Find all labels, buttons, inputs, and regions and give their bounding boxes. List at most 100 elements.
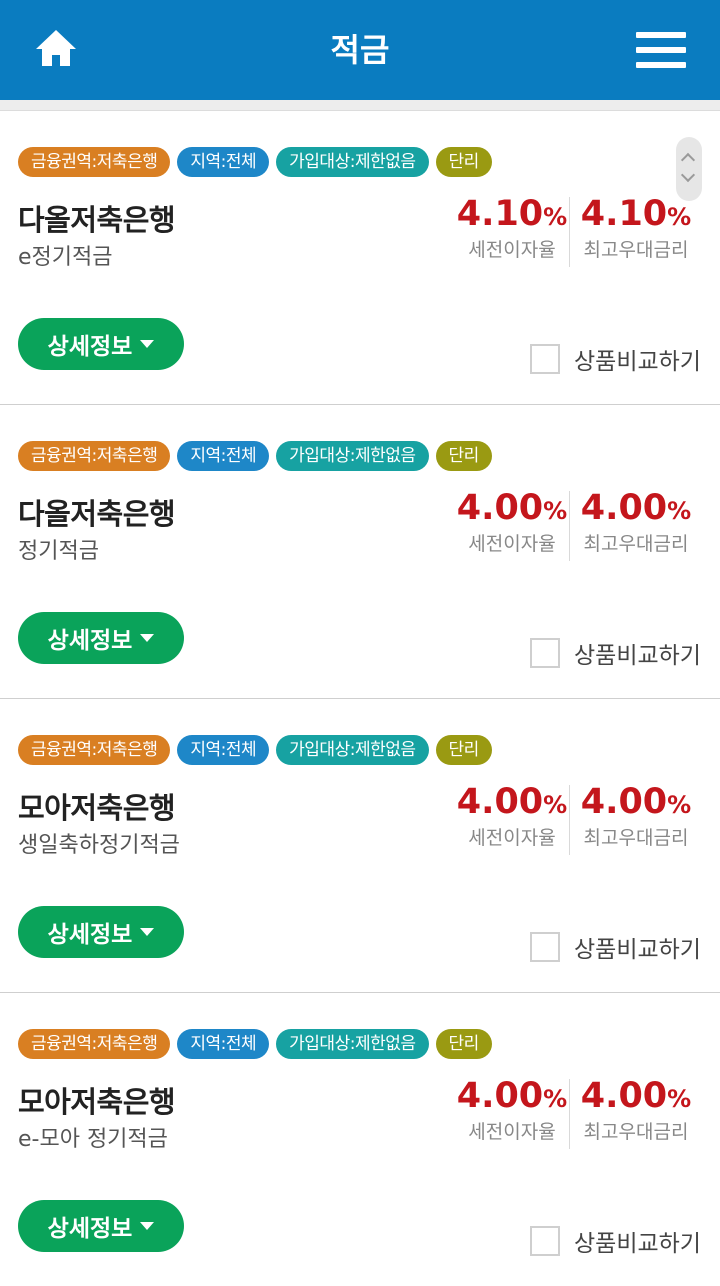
base-rate-value: 4.00 — [456, 488, 544, 528]
bank-name: 다올저축은행 — [18, 203, 176, 237]
max-rate-unit: % — [667, 791, 692, 819]
base-rate-unit: % — [543, 791, 568, 819]
compare-toggle[interactable]: 상품비교하기 — [530, 930, 701, 964]
caret-down-icon — [140, 634, 155, 642]
caret-down-icon — [140, 1222, 155, 1230]
caret-down-icon — [140, 928, 155, 936]
detail-button-label: 상세정보 — [47, 334, 133, 360]
compare-toggle[interactable]: 상품비교하기 — [530, 1224, 701, 1258]
tag-target: 가입대상:제한없음 — [276, 735, 429, 765]
product-card: 금융권역:저축은행 지역:전체 가입대상:제한없음 단리 다올저축은행 e정기적… — [0, 111, 720, 405]
base-rate: 4.00% 세전이자율 — [452, 487, 572, 556]
compare-toggle[interactable]: 상품비교하기 — [530, 342, 701, 376]
base-rate: 4.00% 세전이자율 — [452, 1075, 572, 1144]
base-rate-label: 세전이자율 — [468, 827, 556, 849]
max-rate-label: 최고우대금리 — [583, 1121, 689, 1143]
tag-target: 가입대상:제한없음 — [276, 1029, 429, 1059]
bank-name: 다올저축은행 — [18, 497, 176, 531]
compare-checkbox[interactable] — [530, 344, 560, 374]
product-name: e정기적금 — [18, 245, 113, 270]
max-rate: 4.10% 최고우대금리 — [576, 193, 696, 262]
hamburger-icon — [636, 32, 686, 38]
rate-divider — [569, 491, 570, 561]
top-app-bar: 적금 — [0, 0, 720, 100]
compare-checkbox[interactable] — [530, 638, 560, 668]
product-name: e-모아 정기적금 — [18, 1127, 168, 1152]
page-title: 적금 — [330, 31, 390, 69]
max-rate: 4.00% 최고우대금리 — [576, 1075, 696, 1144]
detail-button-label: 상세정보 — [47, 628, 133, 654]
detail-button[interactable]: 상세정보 — [18, 906, 184, 958]
scroll-control[interactable] — [676, 137, 702, 201]
caret-down-icon — [140, 340, 155, 348]
compare-checkbox[interactable] — [530, 932, 560, 962]
rate-divider — [569, 1079, 570, 1149]
max-rate-unit: % — [667, 203, 692, 231]
header-divider — [0, 100, 720, 111]
chevron-up-icon[interactable] — [680, 152, 696, 168]
base-rate-value: 4.00 — [456, 782, 544, 822]
tag-list: 금융권역:저축은행 지역:전체 가입대상:제한없음 단리 — [18, 441, 492, 471]
base-rate-unit: % — [543, 203, 568, 231]
base-rate-unit: % — [543, 1085, 568, 1113]
compare-toggle[interactable]: 상품비교하기 — [530, 636, 701, 670]
max-rate-value: 4.00 — [580, 1076, 668, 1116]
tag-area: 지역:전체 — [177, 441, 270, 471]
product-name: 정기적금 — [18, 539, 99, 564]
detail-button-label: 상세정보 — [47, 1216, 133, 1242]
home-button[interactable] — [30, 24, 82, 76]
detail-button[interactable]: 상세정보 — [18, 318, 184, 370]
tag-list: 금융권역:저축은행 지역:전체 가입대상:제한없음 단리 — [18, 1029, 492, 1059]
max-rate-label: 최고우대금리 — [583, 239, 689, 261]
product-card: 금융권역:저축은행 지역:전체 가입대상:제한없음 단리 모아저축은행 e-모아… — [0, 993, 720, 1286]
tag-interest-type: 단리 — [435, 735, 492, 765]
product-name: 생일축하정기적금 — [18, 833, 180, 858]
detail-button[interactable]: 상세정보 — [18, 1200, 184, 1252]
tag-region: 금융권역:저축은행 — [18, 735, 171, 765]
base-rate-label: 세전이자율 — [468, 533, 556, 555]
base-rate-value: 4.10 — [456, 194, 544, 234]
tag-list: 금융권역:저축은행 지역:전체 가입대상:제한없음 단리 — [18, 147, 492, 177]
tag-region: 금융권역:저축은행 — [18, 1029, 171, 1059]
tag-interest-type: 단리 — [435, 147, 492, 177]
tag-area: 지역:전체 — [177, 735, 270, 765]
base-rate-label: 세전이자율 — [468, 239, 556, 261]
detail-button-label: 상세정보 — [47, 922, 133, 948]
bank-name: 모아저축은행 — [18, 791, 176, 825]
tag-region: 금융권역:저축은행 — [18, 441, 171, 471]
compare-label: 상품비교하기 — [574, 1231, 701, 1257]
compare-checkbox[interactable] — [530, 1226, 560, 1256]
home-icon — [36, 30, 76, 66]
tag-interest-type: 단리 — [435, 441, 492, 471]
max-rate-value: 4.10 — [580, 194, 668, 234]
compare-label: 상품비교하기 — [574, 937, 701, 963]
detail-button[interactable]: 상세정보 — [18, 612, 184, 664]
max-rate-value: 4.00 — [580, 488, 668, 528]
base-rate: 4.10% 세전이자율 — [452, 193, 572, 262]
base-rate-unit: % — [543, 497, 568, 525]
compare-label: 상품비교하기 — [574, 349, 701, 375]
max-rate-value: 4.00 — [580, 782, 668, 822]
product-card: 금융권역:저축은행 지역:전체 가입대상:제한없음 단리 모아저축은행 생일축하… — [0, 699, 720, 993]
tag-target: 가입대상:제한없음 — [276, 441, 429, 471]
max-rate-unit: % — [667, 1085, 692, 1113]
rate-divider — [569, 197, 570, 267]
base-rate-value: 4.00 — [456, 1076, 544, 1116]
tag-region: 금융권역:저축은행 — [18, 147, 171, 177]
product-card: 금융권역:저축은행 지역:전체 가입대상:제한없음 단리 다올저축은행 정기적금… — [0, 405, 720, 699]
rate-divider — [569, 785, 570, 855]
tag-target: 가입대상:제한없음 — [276, 147, 429, 177]
tag-list: 금융권역:저축은행 지역:전체 가입대상:제한없음 단리 — [18, 735, 492, 765]
bank-name: 모아저축은행 — [18, 1085, 176, 1119]
compare-label: 상품비교하기 — [574, 643, 701, 669]
menu-button[interactable] — [630, 26, 692, 74]
base-rate-label: 세전이자율 — [468, 1121, 556, 1143]
max-rate-label: 최고우대금리 — [583, 533, 689, 555]
tag-interest-type: 단리 — [435, 1029, 492, 1059]
chevron-down-icon[interactable] — [680, 167, 696, 183]
max-rate-unit: % — [667, 497, 692, 525]
max-rate: 4.00% 최고우대금리 — [576, 487, 696, 556]
base-rate: 4.00% 세전이자율 — [452, 781, 572, 850]
max-rate: 4.00% 최고우대금리 — [576, 781, 696, 850]
max-rate-label: 최고우대금리 — [583, 827, 689, 849]
